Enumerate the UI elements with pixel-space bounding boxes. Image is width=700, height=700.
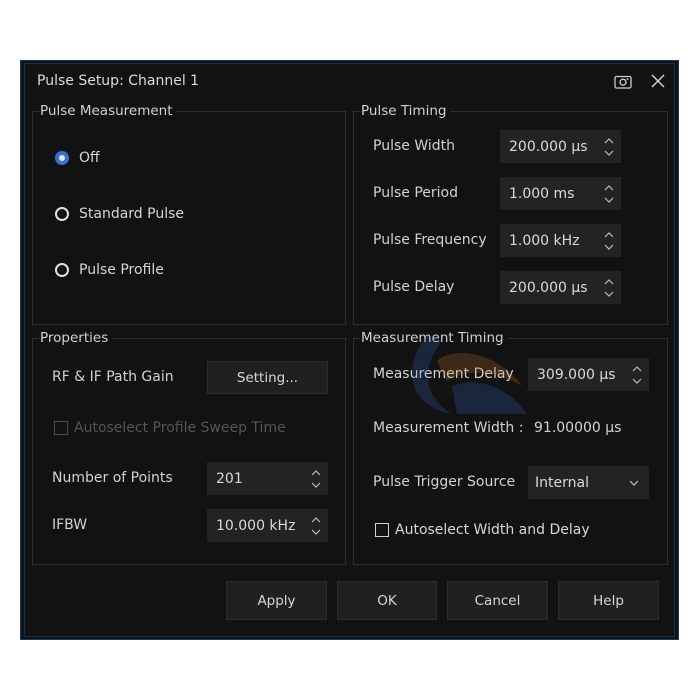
help-button[interactable]: Help [558, 581, 659, 620]
number-of-points-label: Number of Points [52, 470, 173, 486]
pulse-period-value[interactable]: 1.000 ms [500, 186, 601, 202]
radio-button-checked-icon[interactable] [55, 151, 69, 165]
radio-standard-pulse-label: Standard Pulse [79, 206, 185, 222]
measurement-width-label: Measurement Width : [373, 420, 524, 436]
measurement-delay-value[interactable]: 309.000 µs [528, 367, 629, 383]
pulse-width-value[interactable]: 200.000 µs [500, 139, 601, 155]
checkbox-icon[interactable] [375, 523, 389, 537]
spin-up-icon[interactable] [310, 469, 322, 477]
pulse-width-spinbox[interactable]: 200.000 µs [500, 130, 621, 163]
ifbw-value[interactable]: 10.000 kHz [207, 518, 308, 534]
pulse-measurement-group: Pulse Measurement Off Standard Pulse Pul… [32, 103, 346, 325]
pulse-period-label: Pulse Period [373, 185, 458, 201]
radio-off[interactable]: Off [55, 150, 100, 166]
radio-button-icon[interactable] [55, 207, 69, 221]
dialog-title: Pulse Setup: Channel 1 [37, 73, 200, 89]
measurement-width-value: 91.00000 µs [534, 420, 622, 436]
spin-up-icon[interactable] [603, 231, 615, 239]
setting-button[interactable]: Setting... [207, 361, 328, 394]
pulse-period-spinbox[interactable]: 1.000 ms [500, 177, 621, 210]
pulse-delay-spinbox[interactable]: 200.000 µs [500, 271, 621, 304]
autoselect-width-delay-checkbox[interactable]: Autoselect Width and Delay [375, 522, 590, 538]
spin-down-icon[interactable] [310, 481, 322, 489]
spin-down-icon[interactable] [603, 243, 615, 251]
radio-off-label: Off [79, 150, 100, 166]
properties-group: Properties RF & IF Path Gain Setting... … [32, 330, 346, 565]
pulse-delay-label: Pulse Delay [373, 279, 455, 295]
properties-label: Properties [39, 330, 113, 346]
autoselect-profile-sweep-time-label: Autoselect Profile Sweep Time [74, 420, 286, 436]
pulse-frequency-value[interactable]: 1.000 kHz [500, 233, 601, 249]
spin-down-icon[interactable] [603, 196, 615, 204]
camera-icon[interactable] [612, 70, 634, 92]
autoselect-width-delay-label: Autoselect Width and Delay [395, 522, 590, 538]
spin-down-icon[interactable] [603, 290, 615, 298]
pulse-delay-value[interactable]: 200.000 µs [500, 280, 601, 296]
number-of-points-spinbox[interactable]: 201 [207, 462, 328, 495]
pulse-trigger-source-label: Pulse Trigger Source [373, 474, 516, 490]
pulse-frequency-spinbox[interactable]: 1.000 kHz [500, 224, 621, 257]
radio-standard-pulse[interactable]: Standard Pulse [55, 206, 184, 222]
close-icon[interactable] [647, 70, 669, 92]
radio-button-icon[interactable] [55, 263, 69, 277]
radio-pulse-profile[interactable]: Pulse Profile [55, 262, 164, 278]
rf-if-path-gain-label: RF & IF Path Gain [52, 369, 174, 385]
spin-down-icon[interactable] [310, 528, 322, 536]
ifbw-label: IFBW [52, 517, 88, 533]
measurement-timing-group: Measurement Timing Measurement Delay 309… [353, 330, 668, 565]
spin-up-icon[interactable] [603, 137, 615, 145]
number-of-points-value[interactable]: 201 [207, 471, 308, 487]
spin-up-icon[interactable] [603, 184, 615, 192]
pulse-width-label: Pulse Width [373, 138, 455, 154]
spin-up-icon[interactable] [310, 516, 322, 524]
apply-button[interactable]: Apply [226, 581, 327, 620]
spin-down-icon[interactable] [631, 377, 643, 385]
autoselect-profile-sweep-time-checkbox: Autoselect Profile Sweep Time [54, 420, 286, 436]
pulse-timing-group: Pulse Timing Pulse Width 200.000 µs Puls… [353, 103, 668, 325]
pulse-measurement-label: Pulse Measurement [39, 103, 177, 119]
ok-button[interactable]: OK [337, 581, 437, 620]
measurement-timing-label: Measurement Timing [360, 330, 508, 346]
spin-down-icon[interactable] [603, 149, 615, 157]
pulse-setup-dialog: Pulse Setup: Channel 1 Pulse Measurement… [24, 63, 675, 637]
chevron-down-icon [629, 480, 639, 486]
radio-pulse-profile-label: Pulse Profile [79, 262, 164, 278]
checkbox-icon [54, 421, 68, 435]
measurement-delay-spinbox[interactable]: 309.000 µs [528, 358, 649, 391]
pulse-frequency-label: Pulse Frequency [373, 232, 487, 248]
measurement-delay-label: Measurement Delay [373, 366, 514, 382]
spin-up-icon[interactable] [631, 365, 643, 373]
pulse-trigger-source-dropdown[interactable]: Internal [528, 466, 649, 499]
title-bar[interactable]: Pulse Setup: Channel 1 [25, 64, 674, 98]
ifbw-spinbox[interactable]: 10.000 kHz [207, 509, 328, 542]
cancel-button[interactable]: Cancel [447, 581, 548, 620]
pulse-trigger-source-value: Internal [535, 474, 589, 491]
spin-up-icon[interactable] [603, 278, 615, 286]
pulse-timing-label: Pulse Timing [360, 103, 451, 119]
